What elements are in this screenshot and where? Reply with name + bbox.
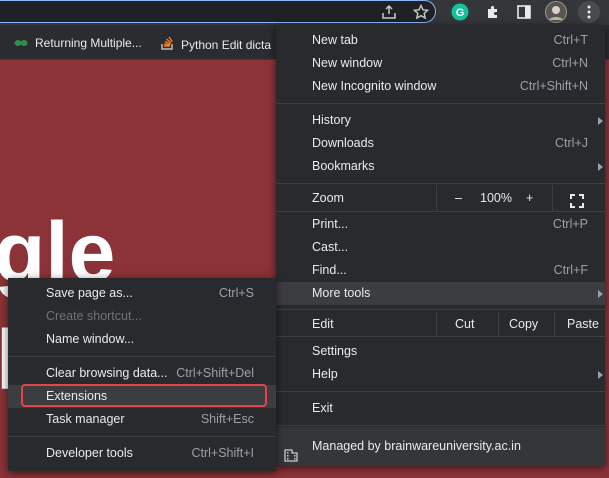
menu-item-more-tools[interactable]: More tools — [276, 282, 605, 305]
extensions-puzzle-icon[interactable] — [484, 3, 502, 21]
grammarly-icon[interactable]: G — [451, 3, 469, 21]
menu-item-find[interactable]: Find... Ctrl+F — [276, 259, 605, 282]
star-icon[interactable] — [412, 3, 430, 21]
menu-item-bookmarks[interactable]: Bookmarks — [276, 155, 605, 178]
zoom-divider — [552, 185, 553, 211]
menu-item-developer-tools[interactable]: Developer tools Ctrl+Shift+I — [8, 442, 276, 465]
menu-item-label: New window — [312, 56, 383, 70]
menu-item-new-incognito[interactable]: New Incognito window Ctrl+Shift+N — [276, 75, 605, 98]
menu-item-label: Zoom — [312, 191, 344, 205]
highlight-box — [21, 384, 267, 407]
menu-item-shortcut: Ctrl+Shift+I — [191, 446, 254, 460]
bookmark-item[interactable]: Python Edit dicta — [160, 36, 271, 52]
zoom-level: 100% — [480, 191, 512, 205]
menu-item-label: Name window... — [46, 332, 135, 346]
browser-toolbar: G — [0, 0, 609, 25]
menu-item-label: More tools — [312, 286, 371, 300]
menu-item-label: Edit — [312, 317, 334, 331]
zoom-divider — [436, 185, 437, 211]
menu-item-label: Developer tools — [46, 446, 133, 460]
svg-text:G: G — [456, 7, 465, 19]
menu-item-print[interactable]: Print... Ctrl+P — [276, 213, 605, 236]
menu-item-label: Cast... — [312, 240, 349, 254]
menu-item-label: Clear browsing data... — [46, 366, 168, 380]
menu-separator — [276, 183, 605, 184]
edit-divider — [554, 312, 555, 336]
kebab-menu-icon[interactable] — [578, 1, 600, 23]
menu-item-shortcut: Ctrl+P — [552, 217, 588, 231]
building-icon — [284, 439, 298, 462]
menu-item-label: New Incognito window — [312, 79, 437, 93]
menu-item-label: Downloads — [312, 136, 374, 150]
edit-divider — [436, 312, 437, 336]
menu-item-shortcut: Ctrl+Shift+N — [519, 79, 588, 93]
zoom-in-button[interactable]: + — [526, 185, 533, 211]
submenu-arrow-icon — [598, 371, 603, 379]
menu-item-settings[interactable]: Settings — [276, 340, 605, 363]
submenu-arrow-icon — [598, 290, 603, 298]
menu-item-label: History — [312, 113, 351, 127]
menu-item-shortcut: Ctrl+F — [553, 263, 588, 277]
menu-item-name-window[interactable]: Name window... — [8, 328, 276, 351]
menu-separator — [276, 309, 605, 310]
share-icon[interactable] — [380, 3, 398, 21]
menu-item-label: Create shortcut... — [46, 309, 142, 323]
copy-button[interactable]: Copy — [509, 312, 538, 336]
menu-item-save-page[interactable]: Save page as... Ctrl+S — [8, 282, 276, 305]
bookmark-item[interactable]: Returning Multiple... — [14, 36, 142, 50]
edit-divider — [498, 312, 499, 336]
fullscreen-icon[interactable] — [570, 191, 584, 208]
menu-item-edit: Edit Cut Copy Paste — [276, 312, 605, 336]
menu-item-zoom: Zoom – 100% + — [276, 185, 605, 211]
menu-item-label: Help — [312, 367, 338, 381]
menu-item-shortcut: Ctrl+Shift+Del — [176, 366, 254, 380]
cut-button[interactable]: Cut — [455, 312, 474, 336]
submenu-arrow-icon — [598, 163, 603, 171]
menu-item-cast[interactable]: Cast... — [276, 236, 605, 259]
zoom-out-button[interactable]: – — [455, 185, 462, 211]
menu-item-create-shortcut: Create shortcut... — [8, 305, 276, 328]
submenu-arrow-icon — [598, 117, 603, 125]
chrome-main-menu: New tab Ctrl+T New window Ctrl+N New Inc… — [276, 25, 605, 466]
menu-item-shortcut: Ctrl+N — [552, 56, 588, 70]
menu-item-shortcut: Ctrl+T — [553, 33, 588, 47]
menu-item-downloads[interactable]: Downloads Ctrl+J — [276, 132, 605, 155]
menu-item-shortcut: Shift+Esc — [200, 412, 254, 426]
menu-separator — [276, 211, 605, 212]
menu-separator — [276, 103, 605, 104]
menu-item-label: Find... — [312, 263, 347, 277]
more-tools-submenu: Save page as... Ctrl+S Create shortcut..… — [8, 278, 276, 471]
menu-item-label: Save page as... — [46, 286, 133, 300]
profile-avatar[interactable] — [545, 1, 567, 23]
menu-separator — [276, 425, 605, 426]
menu-item-history[interactable]: History — [276, 109, 605, 132]
menu-item-task-manager[interactable]: Task manager Shift+Esc — [8, 408, 276, 431]
menu-separator — [8, 356, 276, 357]
menu-item-label: Bookmarks — [312, 159, 375, 173]
menu-item-clear-browsing-data[interactable]: Clear browsing data... Ctrl+Shift+Del — [8, 362, 276, 385]
menu-item-shortcut: Ctrl+S — [218, 286, 254, 300]
menu-item-label: New tab — [312, 33, 358, 47]
menu-item-label: Settings — [312, 344, 358, 358]
menu-item-new-window[interactable]: New window Ctrl+N — [276, 52, 605, 75]
side-panel-icon[interactable] — [515, 3, 533, 21]
bookmark-label: Returning Multiple... — [35, 36, 142, 50]
menu-item-label: Managed by brainwareuniversity.ac.in — [312, 439, 521, 453]
menu-item-shortcut: Ctrl+J — [555, 136, 588, 150]
menu-separator — [8, 436, 276, 437]
menu-item-new-tab[interactable]: New tab Ctrl+T — [276, 29, 605, 52]
stackoverflow-icon — [160, 36, 174, 50]
menu-item-label: Print... — [312, 217, 349, 231]
menu-item-exit[interactable]: Exit — [276, 397, 605, 420]
menu-item-managed-by[interactable]: Managed by brainwareuniversity.ac.in — [276, 427, 605, 466]
menu-item-label: Task manager — [46, 412, 125, 426]
bookmark-label: Python Edit dicta — [181, 38, 272, 52]
bookmark-site-icon — [14, 37, 28, 47]
paste-button[interactable]: Paste — [567, 312, 599, 336]
address-bar[interactable] — [0, 0, 436, 23]
menu-separator — [276, 391, 605, 392]
menu-item-label: Exit — [312, 401, 333, 415]
menu-item-help[interactable]: Help — [276, 363, 605, 386]
menu-separator — [276, 336, 605, 337]
